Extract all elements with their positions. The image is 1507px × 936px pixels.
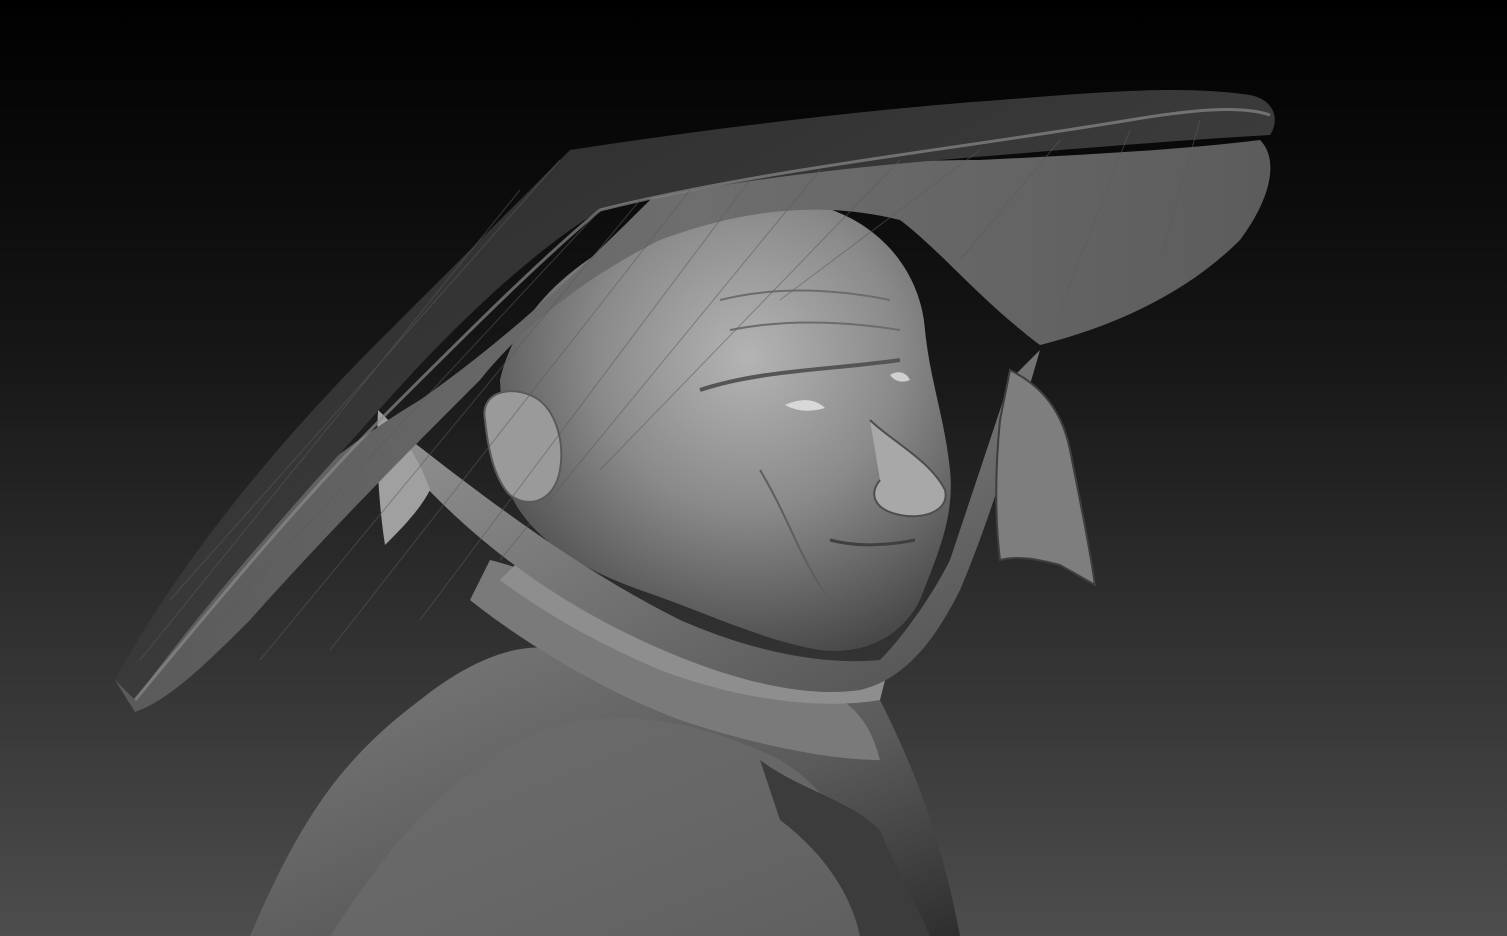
sculpt-render [0, 0, 1507, 936]
viewport-canvas[interactable] [0, 0, 1507, 936]
